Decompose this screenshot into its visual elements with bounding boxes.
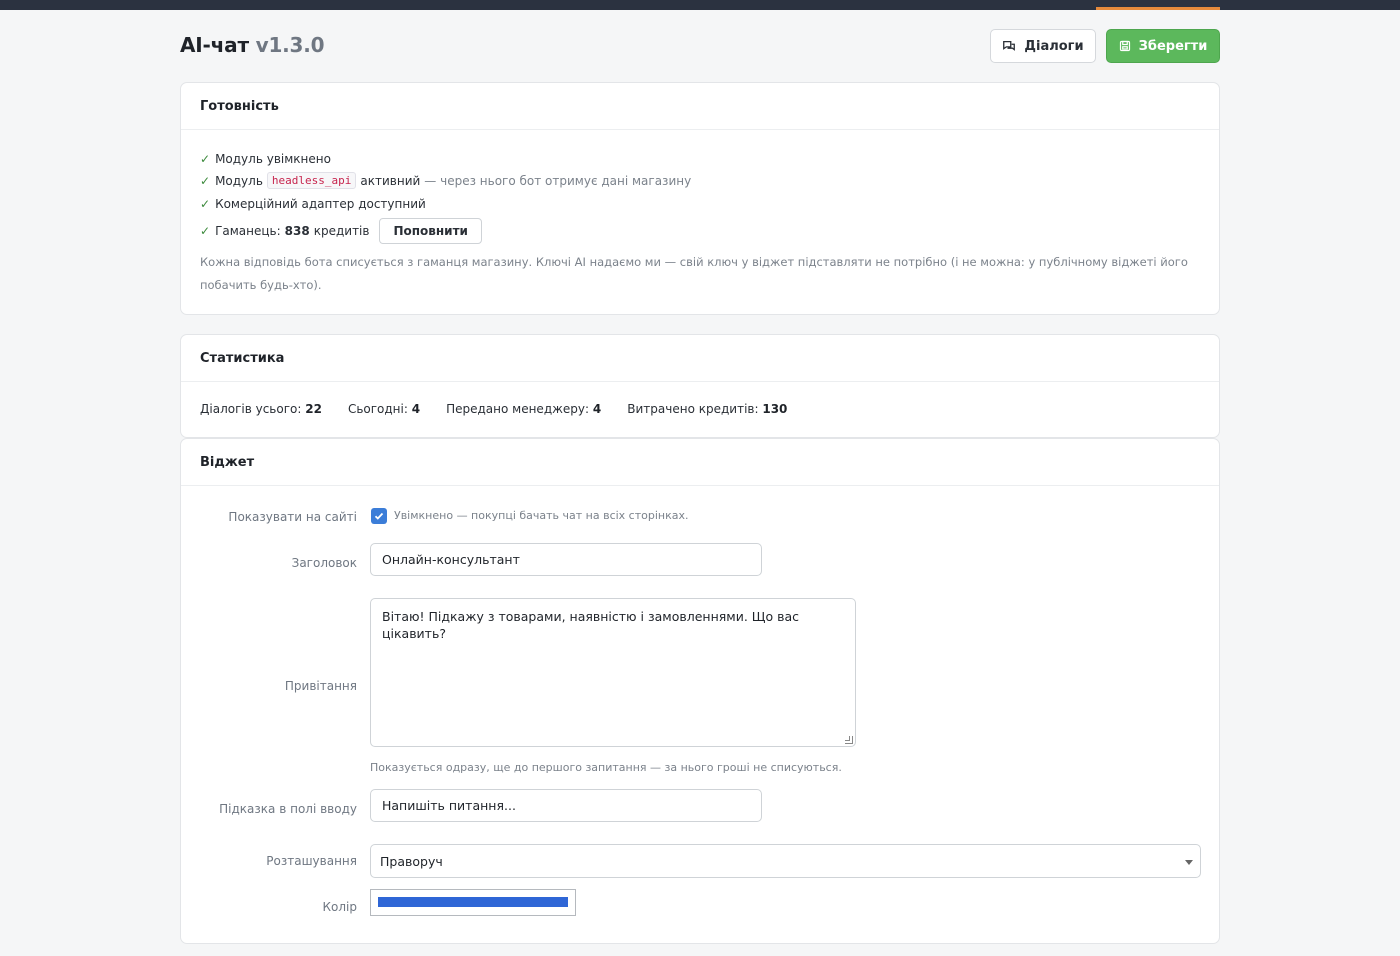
check-commercial-adapter-text: Комерційний адаптер доступний [215,197,426,211]
page-title-text: AI-чат [180,33,249,57]
stats-card: Статистика Діалогів усього: 22 Сьогодні:… [180,334,1220,438]
topup-button[interactable]: Поповнити [379,218,482,244]
stat-total: Діалогів усього: 22 [200,402,322,416]
readiness-card: Готовність ✓ Модуль увімкнено ✓ Модуль h… [180,82,1220,315]
check-module-enabled-text: Модуль увімкнено [215,152,331,166]
heading-input[interactable]: Онлайн-консультант [370,543,762,576]
wallet-suffix: кредитів [313,224,370,238]
greeting-label: Привітання [284,679,357,693]
checkmark-icon: ✓ [200,152,211,166]
check-module-enabled: ✓ Модуль увімкнено [200,152,331,166]
resize-handle-icon[interactable] [845,736,853,744]
stat-handed: Передано менеджеру: 4 [446,402,602,416]
color-swatch [378,897,568,907]
show-on-site-text: Увімкнено — покупці бачать чат на всіх с… [394,509,689,522]
checkmark-icon: ✓ [200,197,211,211]
headless-api-code: headless_api [266,172,357,189]
position-label: Розташування [266,854,357,868]
check-wallet: ✓ Гаманець: 838 кредитів Поповнити [200,218,482,244]
color-label: Колір [322,900,357,914]
floppy-disk-icon [1119,40,1130,52]
show-on-site-checkbox[interactable] [371,508,387,524]
check-headless-active: активний [360,173,421,188]
version-label: v1.3.0 [255,33,325,57]
check-headless-note: — через нього бот отримує дані магазину [424,173,692,188]
checkmark-icon: ✓ [200,224,211,238]
color-picker[interactable] [370,889,576,916]
widget-card: Віджет Показувати на сайті Увімкнено — п… [180,438,1220,944]
show-on-site-label: Показувати на сайті [228,510,357,524]
stats-row: Діалогів усього: 22 Сьогодні: 4 Передано… [200,402,787,416]
chat-bubbles-icon [1003,40,1016,51]
wallet-note: Кожна відповідь бота списується з гаманц… [200,255,1188,292]
placeholder-label: Підказка в полі вводу [219,802,357,816]
position-select-value: Праворуч [380,853,443,869]
save-button-label: Зберегти [1138,38,1208,54]
stat-spent: Витрачено кредитів: 130 [627,402,788,416]
dialogs-button[interactable]: Діалоги [990,29,1096,63]
check-headless-api: ✓ Модуль headless_api активний — через н… [200,172,691,189]
placeholder-input-value: Напишіть питання... [382,798,516,813]
widget-title: Віджет [181,439,1219,486]
wallet-prefix: Гаманець: [215,224,281,238]
active-nav-indicator [1096,7,1220,10]
save-button[interactable]: Зберегти [1106,29,1220,63]
wallet-credits: 838 [284,224,310,238]
position-select[interactable]: Праворуч [370,844,1201,878]
chevron-down-icon [1185,860,1193,865]
stat-today: Сьогодні: 4 [347,402,421,416]
page-title: AI-чат v1.3.0 [180,33,325,57]
heading-input-value: Онлайн-консультант [382,552,520,567]
check-commercial-adapter: ✓ Комерційний адаптер доступний [200,197,426,211]
check-headless-prefix: Модуль [215,173,263,188]
placeholder-input[interactable]: Напишіть питання... [370,789,762,822]
dialogs-button-label: Діалоги [1024,38,1084,54]
readiness-title: Готовність [181,83,1219,130]
stats-title: Статистика [181,335,1219,382]
greeting-textarea-value: Вітаю! Підкажу з товарами, наявністю і з… [382,609,799,641]
checkmark-icon: ✓ [200,173,211,188]
greeting-help-text: Показується одразу, ще до першого запита… [370,761,842,774]
page-header: AI-чат v1.3.0 Діалоги Зберегти [180,29,1220,63]
heading-label: Заголовок [291,556,357,570]
checkmark-icon [374,512,384,520]
greeting-textarea[interactable]: Вітаю! Підкажу з товарами, наявністю і з… [370,598,856,747]
